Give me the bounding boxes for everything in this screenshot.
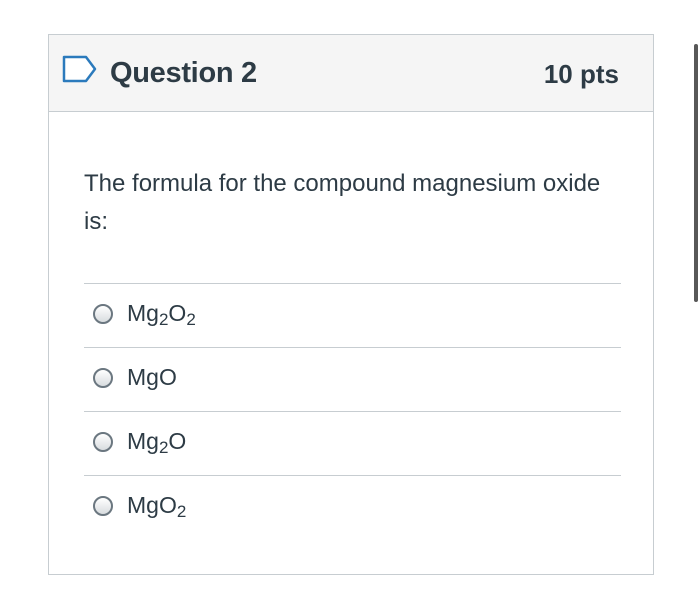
formula-text: Mg [127,300,159,326]
formula-subscript: 2 [186,310,196,329]
radio-button[interactable] [93,368,113,388]
formula-text: Mg [127,428,159,454]
question-title: Question 2 [110,57,257,89]
answer-label: MgO2 [127,490,186,520]
question-text: The formula for the compound magnesium o… [84,170,601,235]
formula-subscript: 2 [176,502,187,521]
answer-list: Mg2O2 MgO Mg2O MgO2 [84,283,621,539]
answer-label: Mg2O [127,426,186,456]
formula-subscript: 2 [158,438,169,457]
formula-text: O [168,300,187,326]
question-card: Question 2 10 pts The formula for the co… [48,34,654,575]
question-header: Question 2 10 pts [49,35,653,112]
answer-option[interactable]: MgO2 [84,475,621,539]
scrollbar[interactable] [694,44,698,302]
flag-outline-icon[interactable] [62,55,98,83]
answer-label: Mg2O2 [127,298,196,328]
radio-button[interactable] [93,304,113,324]
answer-option[interactable]: MgO [84,347,621,411]
question-points: 10 pts [543,59,619,89]
formula-text: MgO [127,492,177,518]
formula-subscript: 2 [158,310,169,329]
radio-button[interactable] [93,432,113,452]
answer-option[interactable]: Mg2O2 [84,283,621,347]
answer-option[interactable]: Mg2O [84,411,621,475]
answer-label: MgO [127,362,177,392]
radio-button[interactable] [93,496,113,516]
formula-text: MgO [127,364,177,390]
formula-text: O [168,428,187,454]
